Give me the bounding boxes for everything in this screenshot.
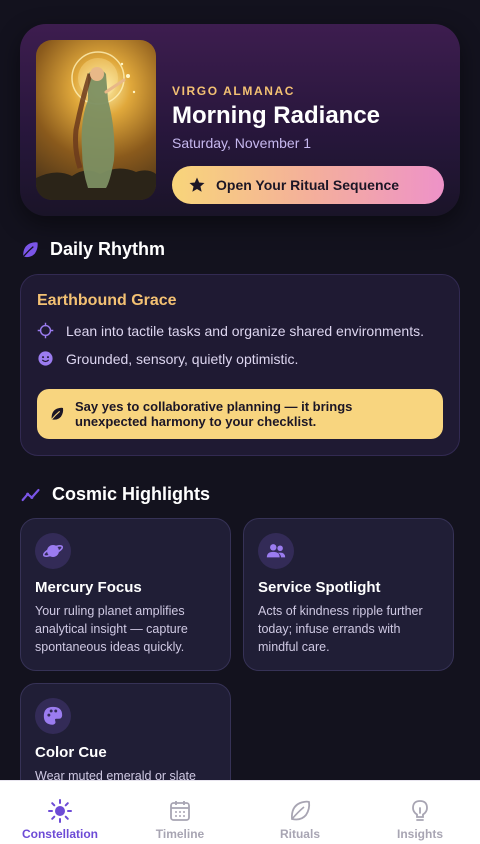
highlight-body: Your ruling planet amplifies analytical … bbox=[35, 604, 188, 654]
daily-rhythm-header: Daily Rhythm bbox=[20, 239, 165, 260]
calendar-icon bbox=[170, 801, 190, 821]
leaf-icon bbox=[51, 407, 64, 420]
main-scroll[interactable]: VIRGO ALMANAC Morning Radiance Saturday,… bbox=[0, 0, 480, 780]
highlight-title: Mercury Focus bbox=[35, 579, 142, 596]
open-ritual-sequence-button[interactable]: Open Your Ritual Sequence bbox=[172, 166, 444, 204]
tip-text: Say yes to collaborative planning — it b… bbox=[75, 399, 353, 429]
leaf-icon bbox=[291, 800, 311, 821]
hero-date: Saturday, November 1 bbox=[172, 135, 312, 151]
star-icon bbox=[189, 177, 205, 192]
tab-label: Rituals bbox=[279, 827, 320, 841]
highlight-body: Wear muted emerald or slate bbox=[35, 769, 196, 780]
page-title: Morning Radiance bbox=[172, 102, 381, 129]
planet-icon bbox=[42, 545, 64, 557]
tab-label: Insights bbox=[396, 827, 443, 841]
tab-timeline[interactable]: Timeline bbox=[120, 781, 240, 844]
people-icon bbox=[266, 544, 286, 558]
hero-eyebrow: VIRGO ALMANAC bbox=[172, 84, 296, 98]
cosmic-highlights-header: Cosmic Highlights bbox=[20, 484, 210, 505]
bottom-tab-bar: Constellation Timeline Rituals Insights bbox=[0, 780, 480, 844]
rhythm-title: Earthbound Grace bbox=[37, 292, 177, 309]
hero-card: VIRGO ALMANAC Morning Radiance Saturday,… bbox=[20, 24, 460, 216]
highlight-title: Service Spotlight bbox=[258, 579, 381, 596]
highlight-card-color-cue[interactable]: Color Cue Wear muted emerald or slate bbox=[20, 683, 231, 780]
lightbulb-icon bbox=[412, 800, 428, 821]
focus-text: Lean into tactile tasks and organize sha… bbox=[66, 322, 424, 339]
highlight-title: Color Cue bbox=[35, 744, 107, 761]
palette-icon bbox=[43, 706, 63, 725]
highlight-body: Acts of kindness ripple further today; i… bbox=[258, 604, 423, 654]
highlight-card-mercury-focus[interactable]: Mercury Focus Your ruling planet amplifi… bbox=[20, 518, 231, 671]
tab-label: Constellation bbox=[21, 827, 98, 841]
daily-rhythm-card: Earthbound Grace Lean into tactile tasks… bbox=[20, 274, 460, 456]
focus-row: Lean into tactile tasks and organize sha… bbox=[37, 322, 424, 339]
daily-rhythm-heading: Daily Rhythm bbox=[50, 239, 166, 259]
mood-row: Grounded, sensory, quietly optimistic. bbox=[37, 350, 298, 367]
leaf-icon bbox=[22, 241, 38, 257]
virgo-goddess-image bbox=[36, 40, 156, 200]
sun-icon bbox=[48, 799, 72, 823]
open-ritual-sequence-label: Open Your Ritual Sequence bbox=[216, 177, 400, 193]
tab-rituals[interactable]: Rituals bbox=[240, 781, 360, 844]
tab-label: Timeline bbox=[155, 827, 205, 841]
tab-constellation[interactable]: Constellation bbox=[0, 781, 120, 844]
tip-banner: Say yes to collaborative planning — it b… bbox=[37, 389, 443, 439]
mood-text: Grounded, sensory, quietly optimistic. bbox=[66, 350, 299, 367]
cosmic-highlights-heading: Cosmic Highlights bbox=[52, 484, 211, 504]
tab-insights[interactable]: Insights bbox=[360, 781, 480, 844]
highlight-card-service-spotlight[interactable]: Service Spotlight Acts of kindness rippl… bbox=[243, 518, 454, 671]
trend-line-icon bbox=[21, 488, 40, 501]
crosshair-icon bbox=[37, 322, 54, 339]
smiley-icon bbox=[38, 351, 53, 366]
